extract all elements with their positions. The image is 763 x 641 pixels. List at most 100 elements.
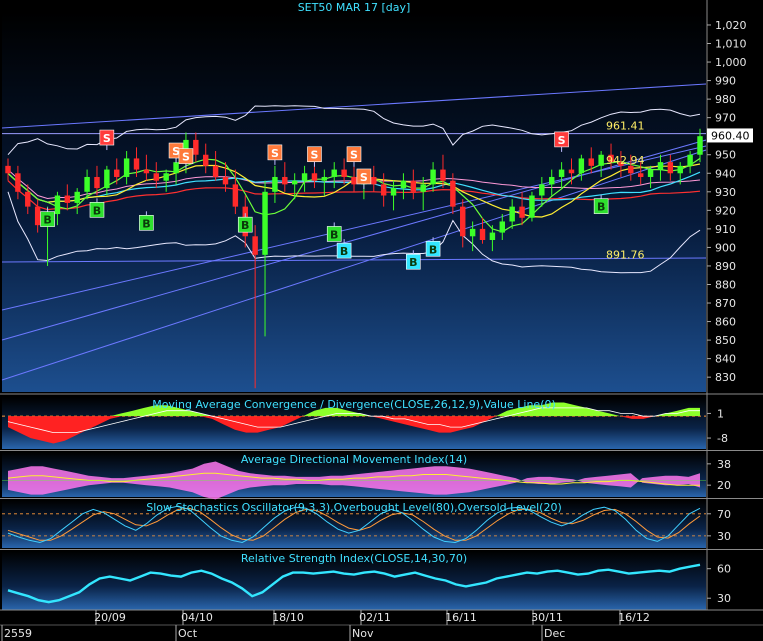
- price-tick-label: 1,020: [715, 19, 747, 32]
- candle-body: [568, 169, 575, 174]
- price-tick-label: 880: [715, 278, 736, 291]
- price-annotation: 961.41: [606, 120, 645, 133]
- indicator-tick-label: 38: [717, 458, 731, 471]
- candle-body: [291, 180, 298, 185]
- buy-signal-label: B: [597, 201, 605, 214]
- sell-signal-label: S: [558, 134, 566, 147]
- chart-window: SBBBSSBSSBBSSBBSB 1,020 1,010 1,000 990 980 9…: [0, 0, 763, 641]
- candle-body: [64, 195, 71, 203]
- candle-body: [637, 173, 644, 177]
- candle-body: [94, 176, 100, 189]
- indicator-tick-label: 1: [717, 407, 724, 420]
- candle-body: [450, 180, 456, 207]
- candle-body: [420, 184, 426, 192]
- price-tick-label: 930: [715, 186, 736, 199]
- candle-body: [74, 191, 80, 203]
- chart-canvas: SBBBS SBS SBBSSBBSB 1,0201,0101,0009909809…: [0, 0, 763, 641]
- indicator-tick-label: 60: [717, 563, 731, 576]
- candle-body: [558, 169, 565, 177]
- candle-body: [578, 158, 585, 174]
- candle-body: [529, 195, 535, 218]
- sell-signal-label: S: [350, 149, 358, 162]
- price-tick-label: 900: [715, 241, 736, 254]
- candle-body: [133, 158, 140, 170]
- candle-body: [193, 139, 199, 155]
- time-tick-label: 04/10: [181, 611, 213, 624]
- candle-body: [539, 184, 545, 196]
- candle-body: [519, 206, 525, 218]
- price-tick-label: 850: [715, 334, 736, 347]
- candle-body: [252, 236, 258, 255]
- candle-body: [5, 165, 11, 174]
- sell-signal-label: S: [271, 147, 279, 160]
- candle-body: [657, 162, 664, 170]
- price-annotation: 891.76: [606, 249, 645, 262]
- candle-body: [153, 173, 160, 181]
- candle-body: [647, 169, 654, 177]
- buy-signal-label: B: [241, 219, 249, 232]
- candle-body: [163, 173, 169, 181]
- month-label: 2559: [4, 627, 32, 640]
- price-tick-label: 970: [715, 112, 736, 125]
- candle-body: [687, 154, 693, 166]
- price-tick-label: 830: [715, 371, 736, 384]
- month-label: Oct: [178, 627, 198, 640]
- indicator-tick-label: 20: [717, 479, 731, 492]
- candle-body: [123, 158, 130, 177]
- candle-body: [143, 169, 150, 174]
- candle-body: [25, 191, 31, 207]
- price-tick-label: 890: [715, 260, 736, 273]
- candle-body: [400, 180, 407, 189]
- month-label: Dec: [544, 627, 565, 640]
- candle-body: [667, 162, 674, 174]
- buy-signal-label: B: [409, 256, 417, 269]
- buy-signal-label: B: [429, 243, 437, 256]
- buy-signal-label: B: [330, 228, 338, 241]
- candle-body: [677, 165, 683, 174]
- price-annotation: 942.94: [606, 154, 645, 167]
- candle-body: [410, 180, 417, 192]
- indicator-title: Moving Average Convergence / Divergence(…: [152, 398, 556, 411]
- price-tick-label: 920: [715, 204, 736, 217]
- buy-signal-label: B: [142, 217, 150, 230]
- candle-body: [15, 173, 21, 192]
- candle-body: [104, 169, 110, 189]
- sell-signal-label: S: [310, 149, 318, 162]
- sell-signal-label: S: [360, 171, 368, 184]
- candle-body: [34, 206, 41, 226]
- time-tick-label: 16/12: [618, 611, 650, 624]
- candle-body: [222, 176, 229, 185]
- candle-body: [331, 169, 337, 177]
- indicator-title: Relative Strength Index(CLOSE,14,30,70): [241, 552, 467, 565]
- candle-body: [301, 173, 308, 181]
- price-tick-label: 990: [715, 75, 736, 88]
- candle-body: [202, 154, 209, 166]
- price-tick-label: 980: [715, 93, 736, 106]
- chart-title: SET50 MAR 17 [day]: [298, 1, 411, 14]
- buy-signal-label: B: [93, 204, 101, 217]
- price-tick-label: 910: [715, 223, 736, 236]
- last-price-label: 960.40: [711, 129, 750, 142]
- price-tick-label: 1,000: [715, 56, 747, 69]
- candle-body: [341, 169, 347, 177]
- time-tick-label: 16/11: [445, 611, 477, 624]
- candle-body: [232, 184, 239, 207]
- price-tick-label: 840: [715, 353, 736, 366]
- candle-body: [212, 165, 219, 177]
- candle-body: [628, 165, 634, 174]
- candle-body: [598, 154, 604, 166]
- candle-body: [380, 184, 387, 196]
- candle-body: [588, 158, 594, 166]
- time-tick-label: 18/10: [272, 611, 304, 624]
- price-tick-label: 1,010: [715, 38, 747, 51]
- candle-body: [430, 169, 436, 185]
- indicator-title: Slow Stochastics Oscillator(9,3,3),Overb…: [146, 501, 562, 514]
- candle-body: [499, 221, 506, 233]
- candle-body: [114, 169, 120, 177]
- buy-signal-label: B: [43, 214, 51, 227]
- time-tick-label: 30/11: [531, 611, 563, 624]
- time-tick-label: 02/11: [359, 611, 391, 624]
- indicator-tick-label: 30: [717, 530, 731, 543]
- indicator-tick-label: 30: [717, 592, 731, 605]
- time-tick-label: 20/09: [94, 611, 126, 624]
